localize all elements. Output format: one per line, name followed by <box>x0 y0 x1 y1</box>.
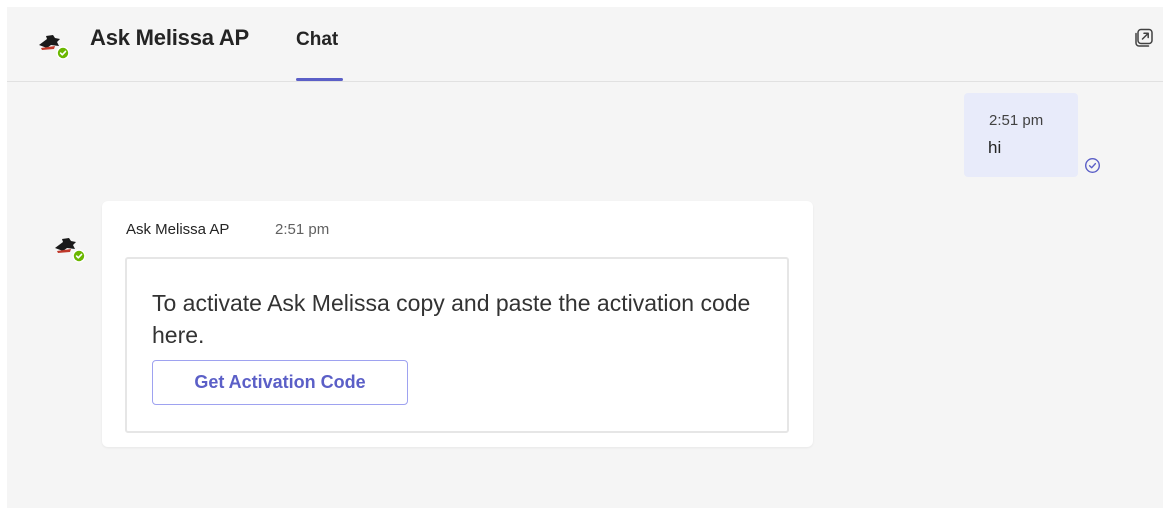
message-timestamp: 2:51 pm <box>275 221 330 238</box>
popout-icon[interactable] <box>1133 27 1155 49</box>
bot-avatar-icon[interactable] <box>51 229 87 265</box>
card-text: To activate Ask Melissa copy and paste t… <box>152 290 751 348</box>
app-title: Ask Melissa AP <box>90 25 250 50</box>
chat-header: Ask Melissa AP Chat <box>7 7 1163 82</box>
read-receipt-icon <box>1084 157 1101 174</box>
active-tab-indicator <box>296 78 343 81</box>
bot-message[interactable]: Ask Melissa AP 2:51 pm To activate Ask M… <box>102 201 813 447</box>
message-text: hi <box>988 138 1002 157</box>
bot-avatar-icon[interactable] <box>35 26 71 62</box>
sender-name: Ask Melissa AP <box>126 221 230 238</box>
get-activation-code-button[interactable]: Get Activation Code <box>152 360 408 405</box>
message-timestamp: 2:51 pm <box>989 112 1044 129</box>
sent-message[interactable]: 2:51 pm hi <box>964 93 1078 177</box>
tab-chat[interactable]: Chat <box>296 29 338 51</box>
chat-window: Ask Melissa AP Chat 2:51 pm hi Ask Melis… <box>7 7 1163 508</box>
adaptive-card: To activate Ask Melissa copy and paste t… <box>125 257 789 433</box>
